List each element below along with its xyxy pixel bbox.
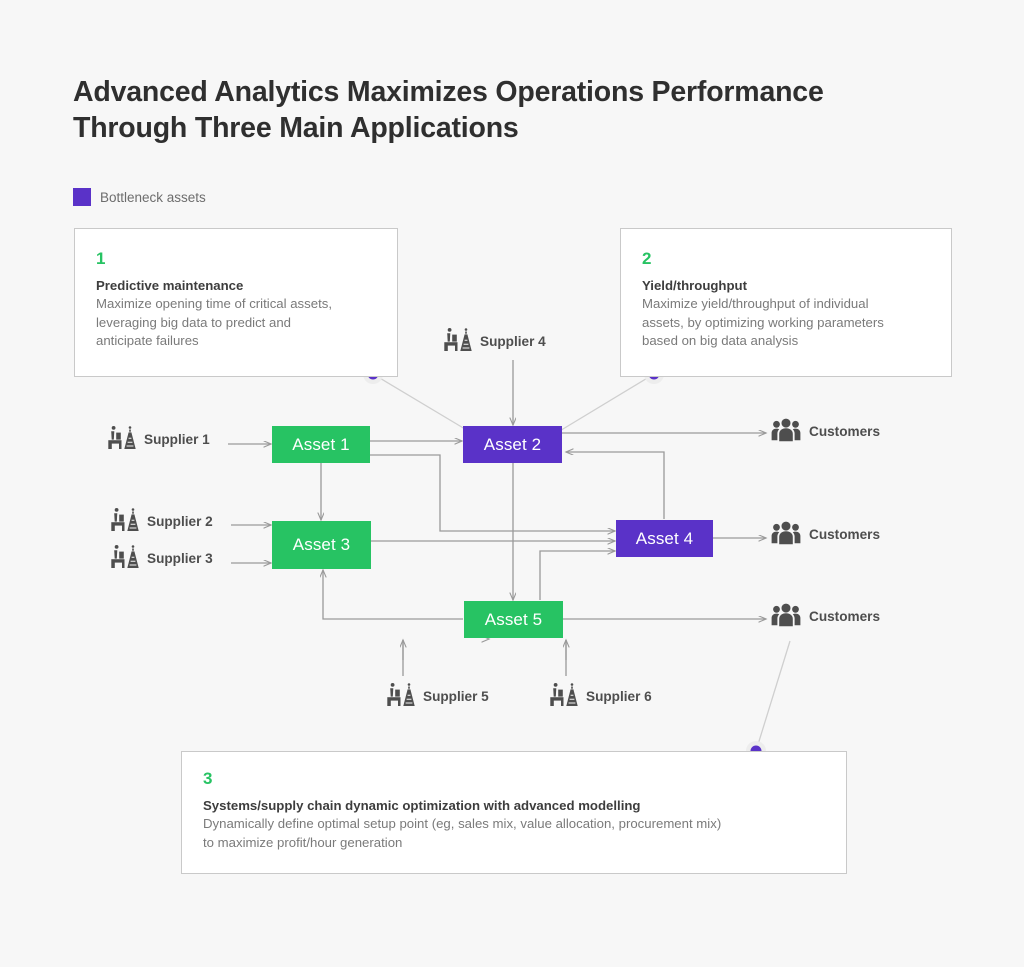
factory-icon bbox=[111, 545, 139, 568]
edge-asset5-asset3 bbox=[323, 570, 463, 620]
edge-asset4-asset2 bbox=[566, 452, 665, 519]
supplier-node-6: Supplier 6 bbox=[549, 683, 652, 709]
legend-swatch-bottleneck bbox=[73, 188, 91, 206]
asset-label-4: Asset 4 bbox=[635, 528, 694, 548]
customer-label-2: Customers bbox=[809, 526, 881, 542]
asset-label-5: Asset 5 bbox=[484, 609, 543, 629]
supplier-label-2: Supplier 2 bbox=[147, 513, 213, 529]
asset-label-3: Asset 3 bbox=[292, 535, 351, 554]
asset-box-asset-1[interactable]: Asset 1 bbox=[272, 426, 370, 463]
callout-body-2: Maximize yield/throughput of individual … bbox=[642, 296, 884, 348]
supplier-label-6: Supplier 6 bbox=[586, 688, 652, 704]
edge-supplier5-asset5-seg bbox=[403, 639, 489, 676]
diagram-canvas: Advanced Analytics Maximizes Operations … bbox=[0, 0, 1024, 967]
customer-label-3: Customers bbox=[809, 608, 881, 624]
callout-box-3: 3 Systems/supply chain dynamic optimizat… bbox=[181, 751, 847, 874]
legend: Bottleneck assets bbox=[73, 188, 206, 206]
callout-number-3: 3 bbox=[203, 769, 213, 788]
callout-box-1: 1 Predictive maintenance Maximize openin… bbox=[74, 228, 398, 377]
factory-icon bbox=[550, 683, 578, 706]
customer-node-2: Customers bbox=[770, 521, 880, 547]
callout-heading-1: Predictive maintenance bbox=[96, 278, 244, 293]
customer-label-1: Customers bbox=[809, 423, 881, 439]
supplier-node-2: Supplier 2 bbox=[110, 508, 213, 534]
callout-number-2: 2 bbox=[642, 249, 652, 268]
asset-label-1: Asset 1 bbox=[292, 434, 350, 454]
callout-heading-3: Systems/supply chain dynamic optimizatio… bbox=[203, 798, 641, 813]
callout-body-3: Dynamically define optimal setup point (… bbox=[203, 816, 722, 850]
supplier-node-5: Supplier 5 bbox=[386, 683, 489, 709]
callout-heading-2: Yield/throughput bbox=[642, 278, 747, 293]
callout-number-1: 1 bbox=[96, 249, 106, 268]
leader-callout3 bbox=[755, 640, 791, 752]
supplier-node-4: Supplier 4 bbox=[443, 328, 546, 354]
supplier-label-4: Supplier 4 bbox=[480, 333, 546, 349]
legend-label: Bottleneck assets bbox=[100, 189, 206, 205]
customers-icon bbox=[771, 521, 801, 545]
asset-box-asset-5[interactable]: Asset 5 bbox=[464, 601, 563, 638]
supplier-label-3: Supplier 3 bbox=[147, 550, 213, 566]
factory-icon bbox=[108, 426, 136, 449]
asset-box-asset-3[interactable]: Asset 3 bbox=[272, 521, 371, 569]
factory-icon bbox=[387, 683, 415, 706]
page-title: Advanced Analytics Maximizes Operations … bbox=[73, 76, 824, 144]
supplier-node-3: Supplier 3 bbox=[110, 545, 213, 571]
customer-node-3: Customers bbox=[770, 603, 880, 629]
supplier-label-1: Supplier 1 bbox=[144, 431, 210, 447]
asset-box-asset-4[interactable]: Asset 4 bbox=[616, 520, 713, 557]
factory-icon bbox=[444, 328, 472, 351]
supplier-node-1: Supplier 1 bbox=[107, 426, 210, 452]
supplier-label-5: Supplier 5 bbox=[423, 688, 489, 704]
callout-body-1: Maximize opening time of critical assets… bbox=[96, 296, 332, 348]
customers-icon bbox=[771, 418, 801, 442]
edge-asset5-asset4 bbox=[539, 551, 615, 600]
asset-label-2: Asset 2 bbox=[483, 434, 542, 454]
leader-callout2 bbox=[557, 373, 655, 433]
callout-box-2: 2 Yield/throughput Maximize yield/throug… bbox=[620, 228, 952, 377]
customers-icon bbox=[771, 603, 801, 627]
leader-callout1 bbox=[372, 373, 471, 433]
asset-box-asset-2[interactable]: Asset 2 bbox=[463, 426, 562, 463]
customer-node-1: Customers bbox=[770, 418, 880, 444]
edge-asset1-asset4 bbox=[370, 454, 615, 531]
factory-icon bbox=[111, 508, 139, 531]
